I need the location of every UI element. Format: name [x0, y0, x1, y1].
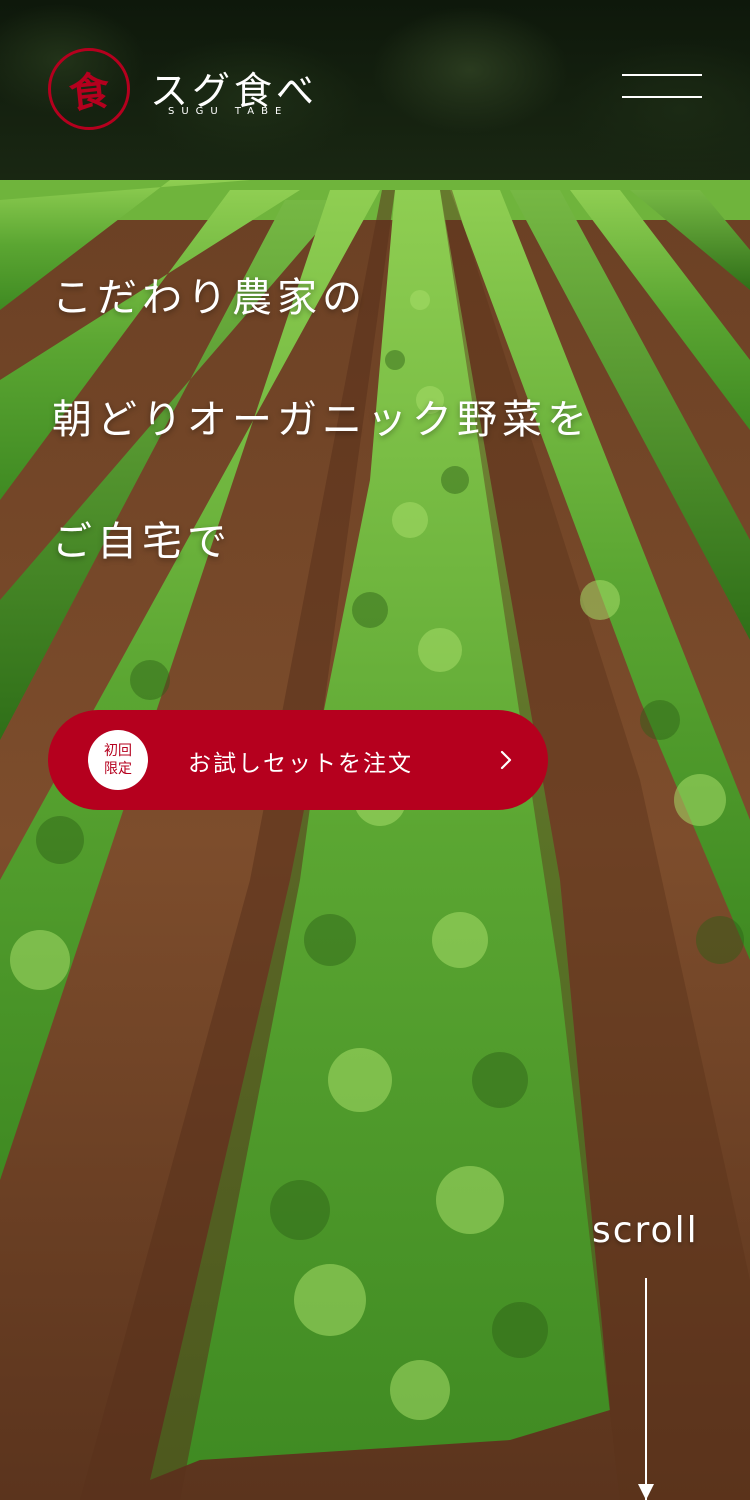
hamburger-icon[interactable] [622, 74, 702, 100]
scroll-line [645, 1278, 647, 1500]
arrow-down-icon [638, 1484, 654, 1500]
hero-line-2: 朝どりオーガニック野菜を [52, 397, 592, 443]
badge-top-text: 初回 [104, 743, 132, 759]
hero-line-3: ご自宅で [52, 519, 232, 565]
chevron-right-icon [500, 750, 512, 770]
logo-mark: 食 [67, 67, 112, 118]
scroll-label: scroll [592, 1210, 699, 1251]
menu-line-top [622, 74, 702, 76]
cta-label: お試しセットを注文 [188, 751, 413, 777]
hero-copy: こだわり農家の 朝どりオーガニック野菜を ご自宅で [52, 268, 592, 634]
menu-line-bottom [622, 96, 702, 98]
first-time-badge: 初回 限定 [88, 730, 148, 790]
scroll-indicator[interactable]: scroll [590, 1210, 710, 1500]
brand-subtitle: SUGU TABE [168, 106, 289, 117]
badge-bottom-text: 限定 [104, 761, 132, 777]
order-trial-set-button[interactable]: 初回 限定 お試しセットを注文 [48, 710, 548, 810]
site-header: 食 スグ食べ SUGU TABE [0, 0, 750, 190]
hero-line-1: こだわり農家の [52, 275, 367, 321]
brand-logo[interactable]: 食 [48, 48, 130, 130]
